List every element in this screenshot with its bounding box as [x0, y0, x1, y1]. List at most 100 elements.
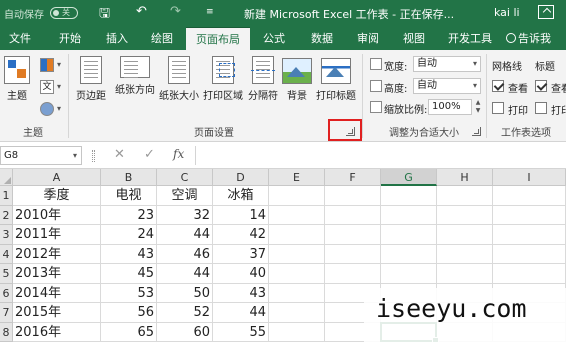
- user-name[interactable]: kai li: [494, 6, 520, 19]
- background-button[interactable]: 背景: [280, 58, 314, 102]
- column-header-g[interactable]: G: [381, 169, 437, 186]
- cell-b5[interactable]: 45: [101, 264, 157, 284]
- row-header[interactable]: 7: [0, 303, 13, 323]
- customize-qat-chevron-down-icon[interactable]: ≡: [206, 7, 214, 17]
- cell-g5[interactable]: [381, 264, 437, 284]
- cell-c2[interactable]: 32: [157, 205, 213, 225]
- cell-e7[interactable]: [269, 303, 325, 323]
- save-icon[interactable]: 🖫: [99, 4, 110, 26]
- cell-d1[interactable]: 冰箱: [213, 186, 269, 206]
- gridlines-print-checkbox[interactable]: [492, 102, 504, 114]
- cell-b6[interactable]: 53: [101, 283, 157, 303]
- print-area-button[interactable]: 打印区域: [200, 56, 246, 102]
- tab-draw[interactable]: 绘图: [142, 27, 182, 50]
- cell-i2[interactable]: [493, 205, 566, 225]
- tab-home[interactable]: 开始: [50, 27, 90, 50]
- margins-button[interactable]: 页边距: [72, 56, 110, 102]
- cell-h2[interactable]: [437, 205, 493, 225]
- cell-e2[interactable]: [269, 205, 325, 225]
- headings-print-checkbox[interactable]: [535, 102, 547, 114]
- column-header-c[interactable]: C: [157, 169, 213, 186]
- orientation-button[interactable]: 纸张方向: [112, 56, 158, 96]
- column-header-f[interactable]: F: [325, 169, 381, 186]
- cell-a2[interactable]: 2010年: [13, 205, 101, 225]
- column-header-h[interactable]: H: [437, 169, 493, 186]
- cell-h5[interactable]: [437, 264, 493, 284]
- cell-a3[interactable]: 2011年: [13, 225, 101, 245]
- cell-e3[interactable]: [269, 225, 325, 245]
- cell-a4[interactable]: 2012年: [13, 244, 101, 264]
- cell-b2[interactable]: 23: [101, 205, 157, 225]
- cell-a6[interactable]: 2014年: [13, 283, 101, 303]
- column-header-i[interactable]: I: [493, 169, 566, 186]
- cell-g3[interactable]: [381, 225, 437, 245]
- row-header[interactable]: 8: [0, 322, 13, 342]
- column-header-e[interactable]: E: [269, 169, 325, 186]
- cell-a7[interactable]: 2015年: [13, 303, 101, 323]
- breaks-button[interactable]: 分隔符: [244, 56, 282, 102]
- name-box[interactable]: G8 ▾: [0, 146, 82, 165]
- close-icon[interactable]: ✕: [114, 147, 125, 162]
- theme-effects-icon[interactable]: [40, 102, 54, 116]
- row-header[interactable]: 5: [0, 264, 13, 284]
- cell-i3[interactable]: [493, 225, 566, 245]
- row-header[interactable]: 3: [0, 225, 13, 245]
- cell-f5[interactable]: [325, 264, 381, 284]
- autosave-toggle[interactable]: 关: [50, 7, 78, 19]
- row-header[interactable]: 2: [0, 205, 13, 225]
- check-icon[interactable]: ✓: [144, 147, 155, 162]
- spin-down-icon[interactable]: ▼: [473, 107, 483, 115]
- cell-c8[interactable]: 60: [157, 322, 213, 342]
- tab-developer[interactable]: 开发工具: [442, 27, 498, 50]
- tab-data[interactable]: 数据: [302, 27, 342, 50]
- cell-g1[interactable]: [381, 186, 437, 206]
- cell-c3[interactable]: 44: [157, 225, 213, 245]
- cell-d2[interactable]: 14: [213, 205, 269, 225]
- row-header[interactable]: 1: [0, 186, 13, 206]
- cell-f2[interactable]: [325, 205, 381, 225]
- cell-a5[interactable]: 2013年: [13, 264, 101, 284]
- cell-i4[interactable]: [493, 244, 566, 264]
- formula-input[interactable]: [195, 146, 566, 165]
- ribbon-display-options-icon[interactable]: [538, 5, 554, 19]
- headings-view-checkbox[interactable]: [535, 80, 547, 92]
- cell-i5[interactable]: [493, 264, 566, 284]
- cell-f3[interactable]: [325, 225, 381, 245]
- cell-c5[interactable]: 44: [157, 264, 213, 284]
- tab-page-layout[interactable]: 页面布局: [186, 27, 250, 50]
- cell-e4[interactable]: [269, 244, 325, 264]
- cell-c7[interactable]: 52: [157, 303, 213, 323]
- tab-insert[interactable]: 插入: [97, 27, 137, 50]
- cell-e8[interactable]: [269, 322, 325, 342]
- cell-c1[interactable]: 空调: [157, 186, 213, 206]
- row-header[interactable]: 6: [0, 283, 13, 303]
- cell-i1[interactable]: [493, 186, 566, 206]
- column-header-b[interactable]: B: [101, 169, 157, 186]
- cell-d5[interactable]: 40: [213, 264, 269, 284]
- tell-me-search[interactable]: 告诉我: [506, 27, 551, 50]
- spin-up-icon[interactable]: ▲: [473, 99, 483, 107]
- cell-h1[interactable]: [437, 186, 493, 206]
- cell-h4[interactable]: [437, 244, 493, 264]
- cell-e1[interactable]: [269, 186, 325, 206]
- cell-c6[interactable]: 50: [157, 283, 213, 303]
- cell-b4[interactable]: 43: [101, 244, 157, 264]
- theme-colors-chevron-down-icon[interactable]: ▾: [57, 60, 61, 69]
- cell-b3[interactable]: 24: [101, 225, 157, 245]
- undo-icon[interactable]: ↶: [136, 4, 147, 19]
- cell-f4[interactable]: [325, 244, 381, 264]
- scale-spinner[interactable]: ▲ ▼: [473, 99, 483, 115]
- theme-fonts-icon[interactable]: 文: [40, 80, 54, 94]
- theme-effects-chevron-down-icon[interactable]: ▾: [57, 104, 61, 113]
- tab-formulas[interactable]: 公式: [254, 27, 294, 50]
- column-header-a[interactable]: A: [13, 169, 101, 186]
- tab-view[interactable]: 视图: [394, 27, 434, 50]
- tab-review[interactable]: 审阅: [348, 27, 388, 50]
- cell-a8[interactable]: 2016年: [13, 322, 101, 342]
- gridlines-view-checkbox[interactable]: [492, 80, 504, 92]
- cell-d8[interactable]: 55: [213, 322, 269, 342]
- cell-g2[interactable]: [381, 205, 437, 225]
- theme-fonts-chevron-down-icon[interactable]: ▾: [57, 82, 61, 91]
- size-button[interactable]: 纸张大小: [156, 56, 202, 102]
- cell-d7[interactable]: 44: [213, 303, 269, 323]
